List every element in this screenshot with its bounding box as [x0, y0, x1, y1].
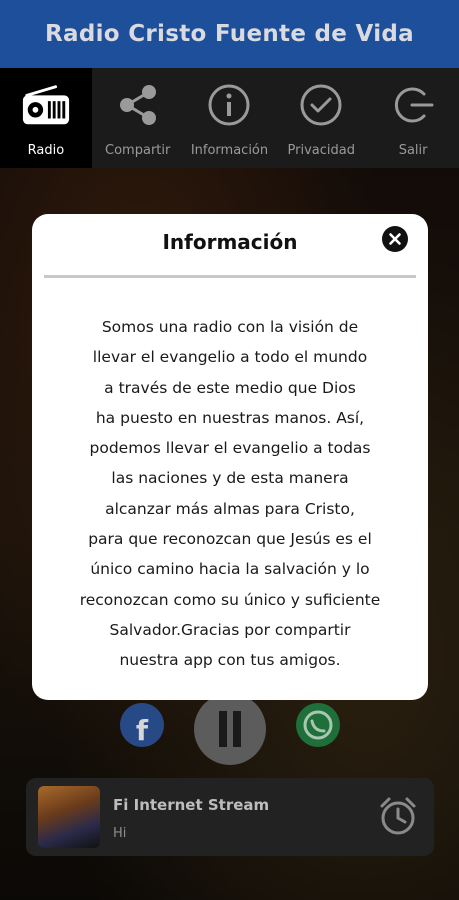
info-icon: [204, 80, 254, 130]
nav-label-radio: Radio: [27, 143, 65, 158]
radio-icon: [21, 80, 71, 130]
album-cover: [38, 786, 100, 848]
dialog-line: llevar el evangelio a todo el mundo: [92, 348, 368, 367]
nav-item-compartir[interactable]: Compartir: [92, 68, 184, 168]
nav-item-privacidad[interactable]: Privacidad: [275, 68, 367, 168]
dialog-line: a través de este medio que Dios: [104, 378, 356, 397]
share-icon: [113, 80, 163, 130]
dialog-line: Somos una radio con la visión de: [101, 318, 359, 336]
nav-label-compartir: Compartir: [105, 143, 171, 158]
logout-icon: [388, 80, 438, 130]
app-bar: Radio Cristo Fuente de Vida: [0, 0, 459, 68]
dialog-line: Salvador.Gracias por compartir: [109, 620, 351, 639]
top-nav: Radio Compartir Información Privacidad S…: [0, 68, 459, 168]
nav-label-salir: Salir: [398, 143, 428, 158]
info-dialog: Información Somos una radio con la visió…: [32, 214, 428, 700]
dialog-line: ha puesto en nuestras manos. Así,: [95, 408, 365, 427]
app-title: Radio Cristo Fuente de Vida: [45, 21, 414, 47]
social-controls: f: [0, 693, 459, 765]
check-circle-icon: [296, 80, 346, 130]
dialog-line: podemos llevar el evangelio a todas: [89, 439, 371, 458]
dialog-line: nuestra app con tus amigos.: [119, 651, 341, 670]
dialog-line: alcanzar más almas para Cristo,: [105, 499, 355, 518]
dialog-divider: [44, 275, 416, 278]
dialog-title: Información: [162, 230, 298, 254]
play-pause-button[interactable]: [194, 693, 266, 765]
whatsapp-icon[interactable]: [296, 703, 340, 747]
nav-label-privacidad: Privacidad: [287, 143, 356, 158]
pause-icon: [219, 711, 241, 747]
nav-item-informacion[interactable]: Información: [184, 68, 276, 168]
mini-player[interactable]: Fi Internet Stream Hi: [26, 778, 434, 856]
facebook-icon[interactable]: f: [120, 703, 164, 747]
alarm-clock-icon[interactable]: [376, 794, 420, 838]
dialog-line: para que reconozcan que Jesús es el: [88, 530, 372, 549]
dialog-line: las naciones y de esta manera: [111, 469, 349, 488]
stream-name: Fi Internet Stream: [113, 796, 270, 814]
dialog-line: reconozcan como su único y suficiente: [79, 590, 381, 609]
close-button[interactable]: [382, 226, 408, 252]
nav-label-informacion: Información: [190, 143, 269, 158]
stream-subtitle: Hi: [113, 826, 127, 841]
close-icon: [389, 233, 401, 245]
dialog-body: Somos una radio con la visión de llevar …: [54, 312, 406, 676]
nav-item-salir[interactable]: Salir: [367, 68, 459, 168]
dialog-line: único camino hacia la salvación y lo: [90, 560, 370, 579]
nav-item-radio[interactable]: Radio: [0, 68, 92, 168]
